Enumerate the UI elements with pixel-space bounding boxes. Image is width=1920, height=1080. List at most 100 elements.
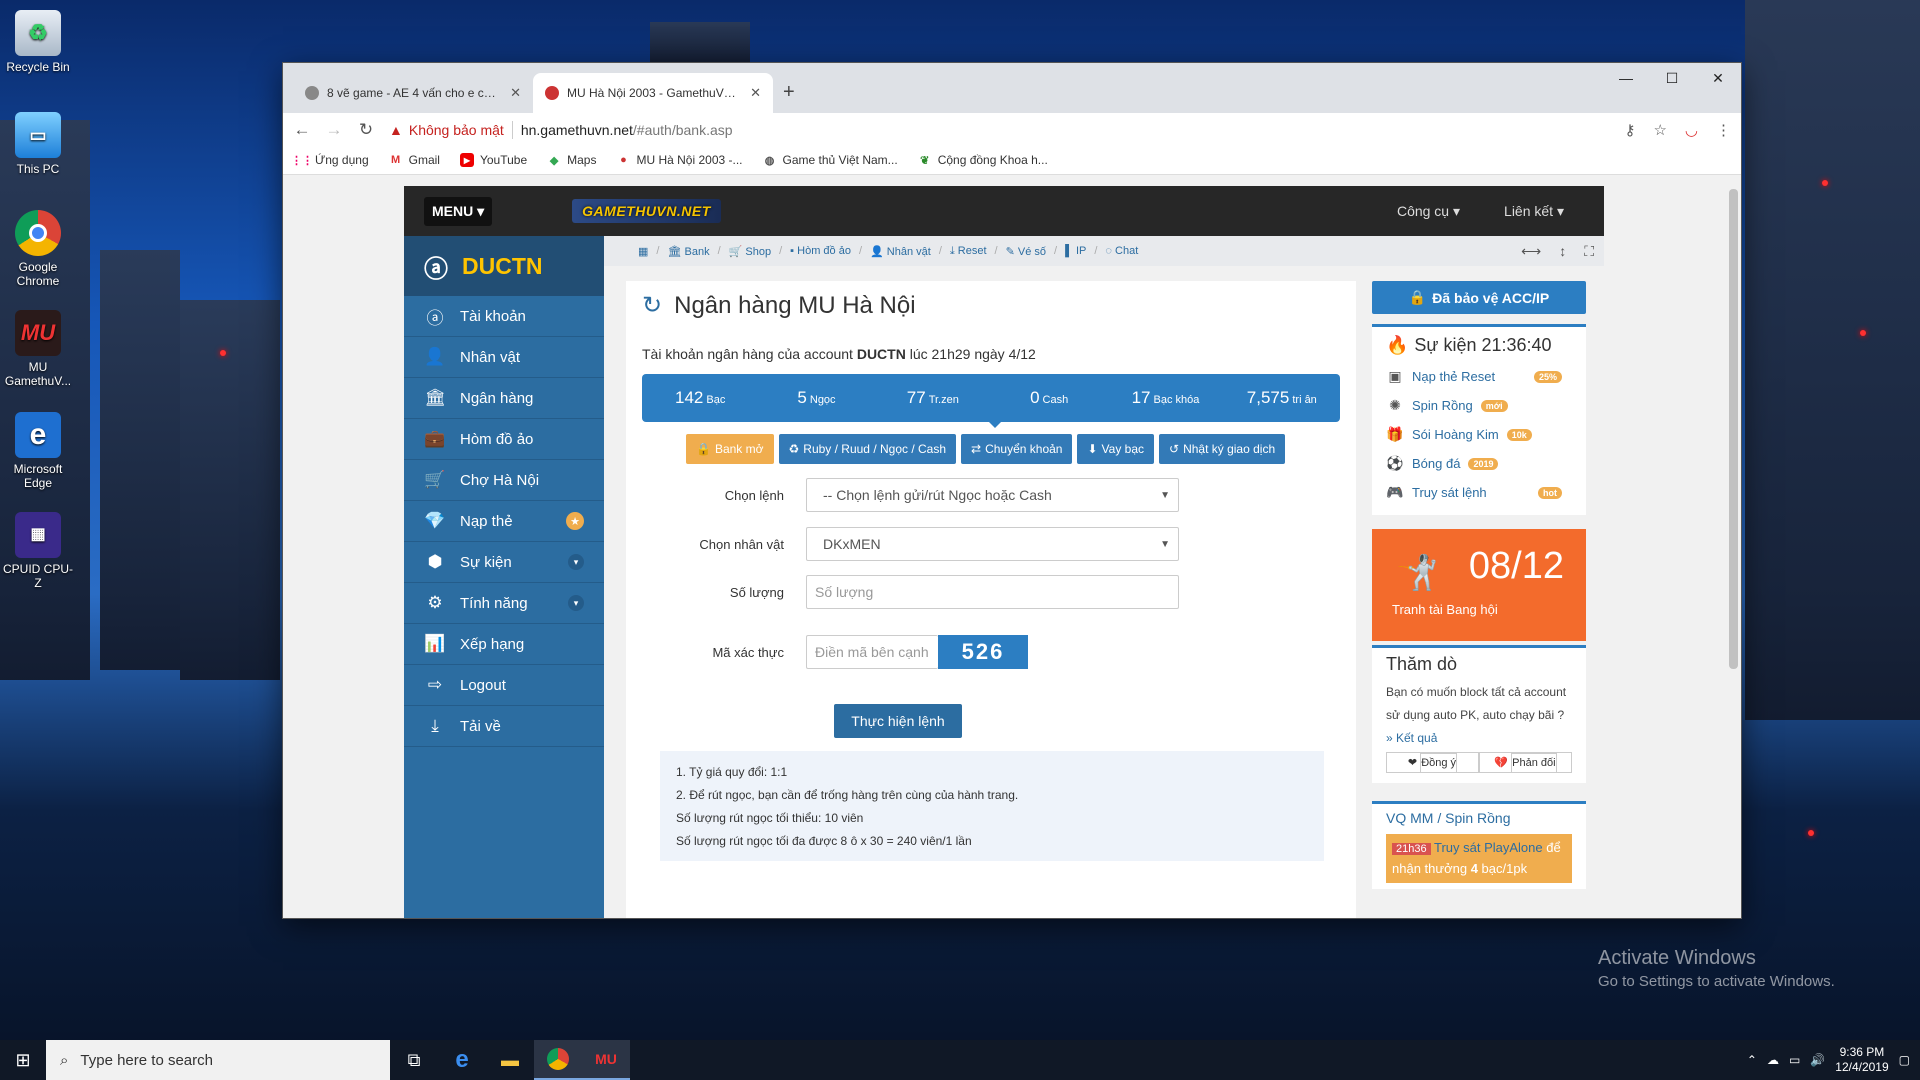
breadcrumb-ip[interactable]: ▌ IP (1065, 245, 1086, 257)
vertical-scrollbar[interactable] (1726, 175, 1741, 918)
quantity-input[interactable]: Số lượng (806, 575, 1179, 609)
breadcrumb: ▦ / 🏛 Bank / 🛒 Shop / ▪ Hòm đồ ảo / 👤 Nhân v… (604, 236, 1604, 266)
command-select[interactable]: -- Chọn lệnh gửi/rút Ngọc hoặc Cash ▼ (806, 478, 1179, 512)
close-tab-icon[interactable]: ✕ (510, 85, 521, 101)
history-button[interactable]: ↺ Nhật ký giao dịch (1159, 434, 1286, 464)
start-button[interactable]: ⊞ (0, 1040, 46, 1080)
task-view-button[interactable]: ⧉ (390, 1040, 438, 1080)
sidebar-item-logout[interactable]: ⇨ Logout (404, 665, 604, 706)
desktop-icon-recycle-bin[interactable]: ♻ Recycle Bin (0, 10, 76, 74)
expand-vertical-icon[interactable]: ↕ (1559, 243, 1566, 260)
form-row-command: Chọn lệnh -- Chọn lệnh gửi/rút Ngọc hoặc… (626, 478, 1356, 512)
sidebar-item-ngan-hang[interactable]: 🏛 Ngân hàng (404, 378, 604, 419)
cloud-icon[interactable]: ☁ (1767, 1053, 1779, 1067)
poll-agree-button[interactable]: ❤ Đồng ý (1386, 752, 1479, 773)
captcha-input[interactable]: Điền mã bên cạnh (806, 635, 938, 669)
tools-dropdown[interactable]: Công cụ ▾ (1397, 203, 1460, 220)
tab-mu[interactable]: MU Hà Nội 2003 - GamethuVN.n ✕ (533, 73, 773, 113)
breadcrumb-ve-so[interactable]: ✎ Vé số (1006, 245, 1046, 258)
bank-open-button[interactable]: 🔒 Bank mở (686, 434, 774, 464)
bookmark-gamethu[interactable]: ◍ Game thủ Việt Nam... (763, 153, 898, 167)
bookmark-gmail[interactable]: M Gmail (389, 153, 440, 167)
sidebar-item-tinh-nang[interactable]: ⚙ Tính năng ▾ (404, 583, 604, 624)
sidebar-item-cho-ha-noi[interactable]: 🛒 Chợ Hà Nội (404, 460, 604, 501)
event-item[interactable]: ⚽ Bóng đá 2019 (1386, 449, 1572, 478)
bookmark-youtube[interactable]: ▶ YouTube (459, 153, 527, 167)
desktop-icon-chrome[interactable]: Google Chrome (0, 210, 76, 288)
desktop-icon-mu[interactable]: MU MU GamethuV... (0, 310, 76, 388)
vq-title[interactable]: VQ MM / Spin Rồng (1386, 810, 1572, 826)
taskbar-edge[interactable]: e (438, 1040, 486, 1080)
reload-icon[interactable]: ↻ (357, 120, 375, 140)
protect-button[interactable]: 🔒 Đã bảo vệ ACC/IP (1372, 281, 1586, 314)
close-tab-icon[interactable]: ✕ (750, 85, 761, 101)
close-window-button[interactable]: ✕ (1695, 63, 1741, 93)
breadcrumb-chat[interactable]: ◌ Chat (1105, 245, 1138, 257)
vq-link[interactable]: Truy sát PlayAlone (1434, 840, 1543, 855)
sidebar-item-tai-ve[interactable]: ⤓ Tải về (404, 706, 604, 747)
clock[interactable]: 9:36 PM 12/4/2019 (1835, 1045, 1888, 1075)
network-icon[interactable]: ▭ (1789, 1053, 1800, 1067)
globe-icon (305, 86, 319, 100)
desktop-icon-cpuz[interactable]: ▦ CPUID CPU-Z (0, 512, 76, 590)
bookmark-apps[interactable]: ⋮⋮ Ứng dụng (291, 153, 369, 167)
taskbar-mu[interactable]: MU (582, 1040, 630, 1080)
star-icon[interactable]: ☆ (1653, 121, 1666, 139)
breadcrumb-shop[interactable]: 🛒 Shop (729, 245, 771, 258)
calendar-icon[interactable]: ▦ (638, 245, 648, 258)
volume-icon[interactable]: 🔊 (1810, 1053, 1825, 1067)
breadcrumb-nhan-vat[interactable]: 👤 Nhân vật (870, 245, 931, 258)
taskbar-explorer[interactable]: ▬ (486, 1040, 534, 1080)
desktop-icon-edge[interactable]: e Microsoft Edge (0, 412, 76, 490)
new-tab-button[interactable]: + (783, 81, 795, 104)
poll-result-link[interactable]: » Kết quả (1386, 731, 1437, 745)
taskbar-search[interactable]: ⌕ Type here to search (46, 1040, 390, 1080)
notification-icon[interactable]: ▢ (1899, 1053, 1910, 1067)
scroll-thumb[interactable] (1729, 189, 1738, 669)
sidebar-item-nhan-vat[interactable]: 👤 Nhân vật (404, 337, 604, 378)
taskbar-chrome[interactable] (534, 1040, 582, 1080)
chrome-icon (15, 210, 61, 256)
loan-button[interactable]: ⬇ Vay bạc (1077, 434, 1154, 464)
sidebar-item-nap-the[interactable]: 💎 Nạp thẻ ★ (404, 501, 604, 542)
minimize-button[interactable]: — (1603, 63, 1649, 93)
ruby-exchange-button[interactable]: ♻ Ruby / Ruud / Ngọc / Cash (778, 434, 957, 464)
character-select[interactable]: DKxMEN ▼ (806, 527, 1179, 561)
address-bar[interactable]: ▲ Không bảo mật hn.gamethuvn.net/#auth/ba… (389, 116, 1610, 144)
breadcrumb-reset[interactable]: ⤓ Reset (950, 245, 987, 258)
chevron-up-icon[interactable]: ⌃ (1747, 1053, 1757, 1067)
youtube-icon: ▶ (459, 153, 474, 167)
maximize-button[interactable]: ☐ (1649, 63, 1695, 93)
back-icon[interactable]: ← (293, 120, 311, 140)
bookmark-mu[interactable]: ● MU Hà Nội 2003 -... (616, 153, 742, 167)
desktop-icon-this-pc[interactable]: ▭ This PC (0, 112, 76, 176)
bookmark-khoahoc[interactable]: ❦ Cộng đồng Khoa h... (918, 153, 1048, 167)
sidebar-item-tai-khoan[interactable]: ⓐ Tài khoản (404, 296, 604, 337)
guild-war-promo[interactable]: 🤺 08/12 Tranh tài Bang hội (1372, 529, 1586, 641)
menu-button[interactable]: MENU ▾ (424, 196, 493, 226)
submit-button[interactable]: Thực hiện lệnh (834, 704, 962, 738)
tab-video[interactable]: 8 vẽ game - AE 4 vấn cho e cách ✕ (293, 73, 533, 113)
forward-icon[interactable]: → (325, 120, 343, 140)
key-icon[interactable]: ⚷ (1624, 121, 1635, 139)
sidebar-item-hom-do-ao[interactable]: 💼 Hòm đồ ảo (404, 419, 604, 460)
profile-icon[interactable]: ◡ (1685, 121, 1698, 139)
sidebar-item-xep-hang[interactable]: 📊 Xếp hạng (404, 624, 604, 665)
event-item[interactable]: ▣ Nạp thẻ Reset 25% (1386, 362, 1572, 391)
site-logo[interactable]: GAMETHUVN.NET (572, 199, 721, 223)
expand-horizontal-icon[interactable]: ⟷ (1521, 243, 1541, 260)
poll-disagree-button[interactable]: 💔 Phản đối (1479, 752, 1572, 773)
event-item[interactable]: ✺ Spin Rồng mới (1386, 391, 1572, 420)
bookmark-maps[interactable]: ◆ Maps (547, 153, 597, 167)
links-dropdown[interactable]: Liên kết ▾ (1504, 203, 1564, 220)
refresh-icon[interactable]: ↻ (642, 291, 662, 320)
kebab-menu-icon[interactable]: ⋮ (1716, 121, 1731, 139)
event-item[interactable]: 🎁 Sói Hoàng Kim 10k (1386, 420, 1572, 449)
fullscreen-icon[interactable]: ⛶ (1584, 243, 1594, 260)
breadcrumb-hom-do[interactable]: ▪ Hòm đồ ảo (790, 245, 851, 257)
transfer-button[interactable]: ⇄ Chuyển khoản (961, 434, 1073, 464)
event-item[interactable]: 🎮 Truy sát lệnh hot (1386, 478, 1572, 507)
breadcrumb-bank[interactable]: 🏛 Bank (667, 245, 709, 258)
security-warning[interactable]: ▲ Không bảo mật (389, 122, 504, 138)
sidebar-item-su-kien[interactable]: ⬢ Sự kiện ▾ (404, 542, 604, 583)
